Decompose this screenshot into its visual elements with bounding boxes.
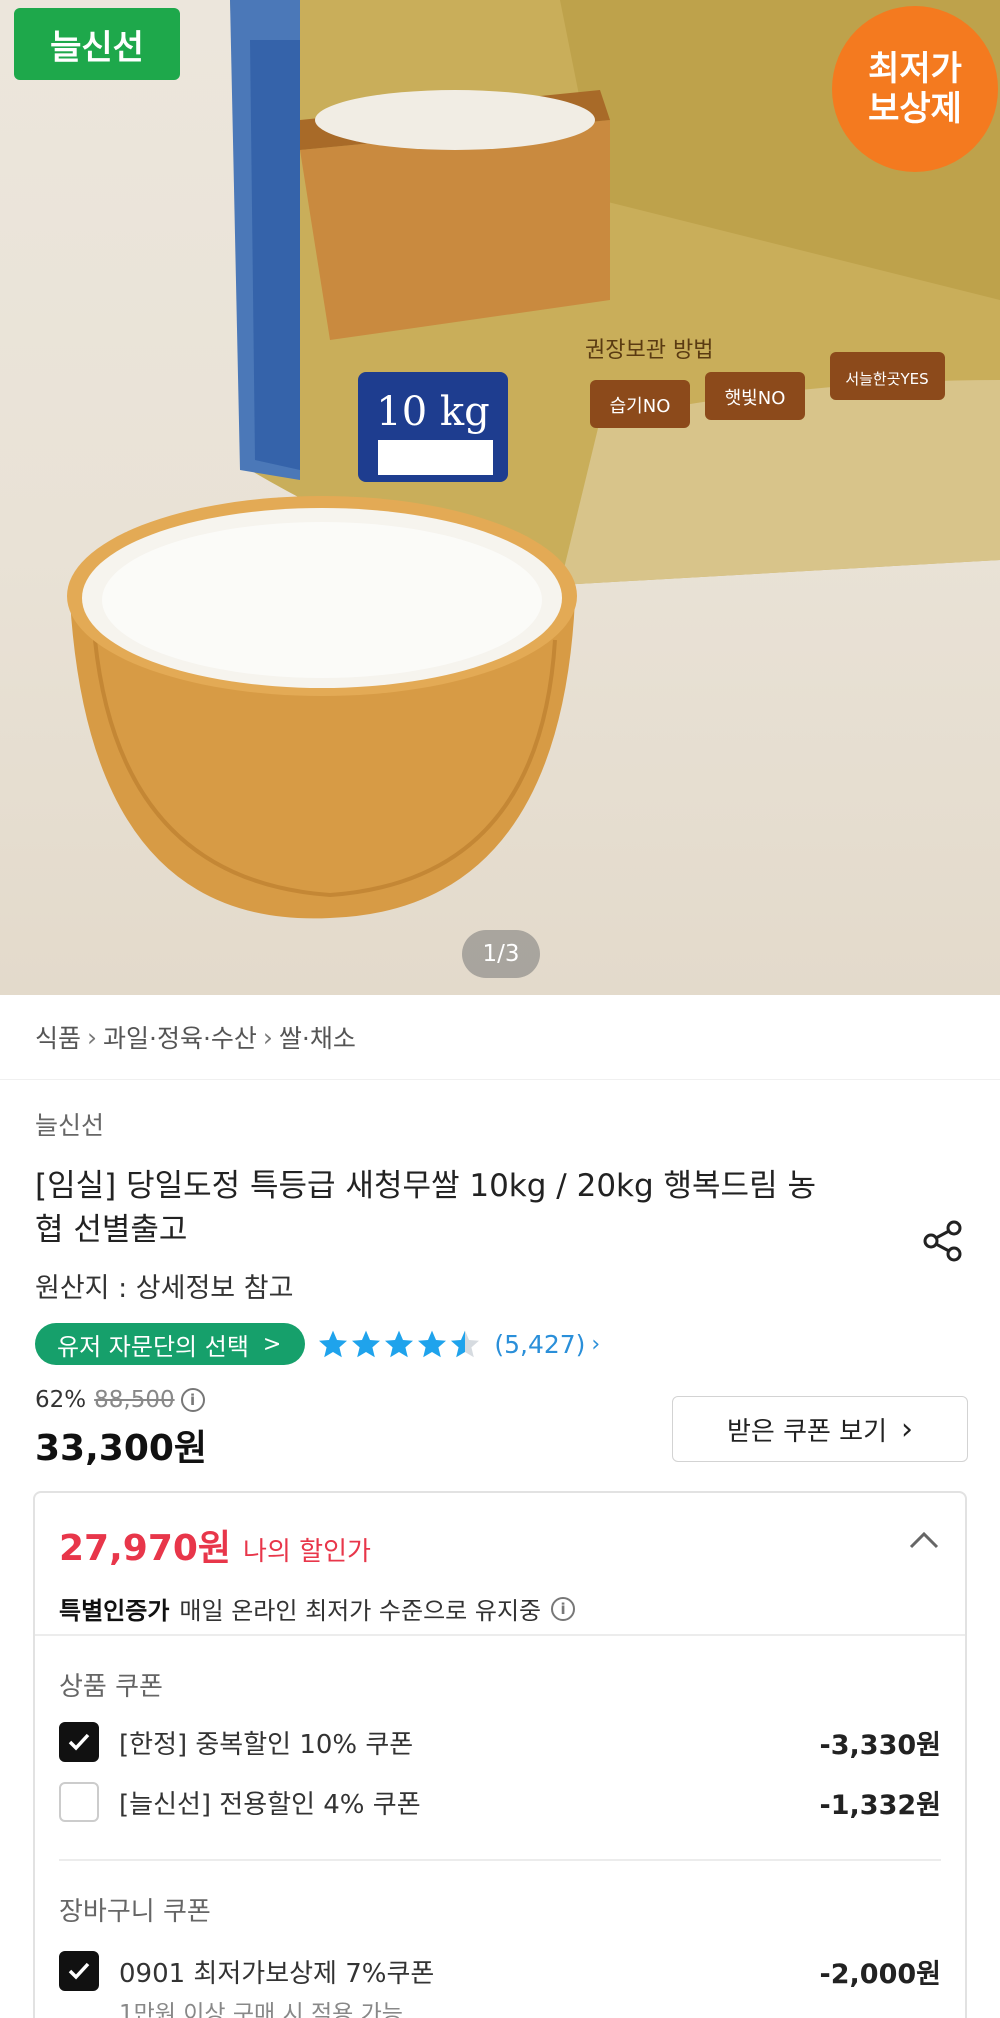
chevron-right-icon: ›: [87, 1022, 98, 1052]
cart-coupon-title: 장바구니 쿠폰: [59, 1897, 211, 1927]
badge-line-2: 보상제: [868, 89, 962, 129]
my-price-header[interactable]: 27,970원 나의 할인가 특별인증가 매일 온라인 최저가 수준으로 유지중…: [35, 1493, 965, 1636]
review-count-link[interactable]: (5,427): [494, 1330, 585, 1359]
my-discount-price: 27,970원: [59, 1528, 232, 1569]
special-price-text: 매일 온라인 최저가 수준으로 유지중: [179, 1597, 542, 1625]
chevron-right-icon: >: [262, 1331, 282, 1357]
share-icon[interactable]: [918, 1216, 968, 1266]
checkmark-icon: [68, 1962, 90, 1980]
product-info: 늘신선 [임실] 당일도정 특등급 새청무쌀 10kg / 20kg 행복드림 …: [0, 1106, 1000, 1471]
view-coupons-label: 받은 쿠폰 보기: [726, 1416, 888, 1447]
chevron-right-icon: ›: [901, 1411, 914, 1447]
breadcrumb-item-fruit-meat-seafood[interactable]: 과일·정육·수산: [103, 1019, 257, 1055]
star-icon: [352, 1330, 381, 1358]
product-coupon-title: 상품 쿠폰: [59, 1672, 163, 1702]
coupon-row[interactable]: 0901 최저가보상제 7%쿠폰 -2,000원: [59, 1950, 941, 1992]
product-title: [임실] 당일도정 특등급 새청무쌀 10kg / 20kg 행복드림 농협 선…: [35, 1168, 816, 1248]
product-image-carousel[interactable]: 10 kg 권장보관 방법 습기NO 햇빛NO 서늘한곳YES 늘신선 최저가 …: [0, 0, 1000, 995]
coupon-row[interactable]: [한정] 중복할인 10% 쿠폰 -3,330원: [59, 1721, 941, 1763]
coupon-name: 0901 최저가보상제 7%쿠폰: [119, 1958, 435, 1989]
star-rating: [317, 1328, 482, 1360]
coupon-amount: -2,000원: [819, 1958, 941, 1990]
storage-tag-sunlight: 햇빛NO: [725, 388, 786, 409]
storage-title-text: 권장보관 방법: [585, 338, 713, 363]
coupon-row[interactable]: [늘신선] 전용할인 4% 쿠폰 -1,332원: [59, 1781, 941, 1823]
user-choice-badge[interactable]: 유저 자문단의 선택 >: [35, 1323, 306, 1365]
coupon-condition: 1만원 이상 구매 시 적용 가능: [119, 2001, 403, 2018]
breadcrumb-item-rice-vegetables[interactable]: 쌀·채소: [279, 1019, 356, 1055]
special-certified-price: 특별인증가 매일 온라인 최저가 수준으로 유지중 i: [59, 1591, 941, 1626]
special-price-label: 특별인증가: [59, 1597, 170, 1625]
info-icon[interactable]: i: [180, 1388, 205, 1412]
coupon-amount: -1,332원: [819, 1789, 941, 1821]
rating-row: 유저 자문단의 선택 > (5,427) ›: [35, 1323, 965, 1365]
cart-coupon-section: 장바구니 쿠폰 0901 최저가보상제 7%쿠폰 -2,000원 1만원 이상 …: [35, 1861, 965, 2018]
discount-rate: 62%: [35, 1387, 87, 1413]
coupon-name: [늘신선] 전용할인 4% 쿠폰: [119, 1789, 421, 1820]
product-coupon-section: 상품 쿠폰 [한정] 중복할인 10% 쿠폰 -3,330원 [늘신선] 전용할…: [35, 1636, 965, 1823]
star-icon: [418, 1330, 447, 1358]
storage-tag-humidity: 습기NO: [610, 396, 671, 417]
star-icon: [385, 1330, 414, 1358]
chevron-right-icon: ›: [262, 1022, 273, 1052]
info-icon[interactable]: i: [551, 1596, 576, 1621]
image-page-indicator: 1/3: [462, 930, 540, 978]
original-price: 88,500: [94, 1387, 175, 1413]
coupon-amount: -3,330원: [819, 1729, 941, 1761]
coupon-checkbox[interactable]: [59, 1951, 99, 1991]
view-coupons-button[interactable]: 받은 쿠폰 보기 ›: [672, 1396, 968, 1462]
coupon-name: [한정] 중복할인 10% 쿠폰: [119, 1729, 414, 1760]
breadcrumb: 식품 › 과일·정육·수산 › 쌀·채소: [0, 995, 1000, 1080]
bag-weight-text: 10 kg: [376, 389, 489, 435]
star-icon: [319, 1330, 348, 1358]
badge-line-1: 최저가: [868, 49, 962, 89]
breadcrumb-item-food[interactable]: 식품: [35, 1019, 81, 1055]
seller-name[interactable]: 늘신선: [35, 1106, 965, 1142]
coupon-checkbox[interactable]: [59, 1722, 99, 1762]
chevron-right-icon: ›: [591, 1331, 601, 1357]
user-choice-label: 유저 자문단의 선택: [57, 1332, 249, 1361]
origin-info: 원산지 : 상세정보 참고: [35, 1273, 294, 1304]
brand-badge: 늘신선: [14, 8, 180, 80]
my-discount-price-label: 나의 할인가: [243, 1537, 371, 1567]
coupon-checkbox[interactable]: [59, 1782, 99, 1822]
product-photo: 10 kg 권장보관 방법 습기NO 햇빛NO 서늘한곳YES: [67, 0, 1000, 919]
lowest-price-guarantee-badge: 최저가 보상제: [832, 6, 998, 172]
chevron-up-icon[interactable]: [907, 1529, 941, 1551]
checkmark-icon: [68, 1733, 90, 1751]
discount-card: 27,970원 나의 할인가 특별인증가 매일 온라인 최저가 수준으로 유지중…: [33, 1491, 967, 2018]
half-star-icon: [451, 1330, 480, 1358]
storage-tag-cool: 서늘한곳YES: [845, 370, 928, 388]
